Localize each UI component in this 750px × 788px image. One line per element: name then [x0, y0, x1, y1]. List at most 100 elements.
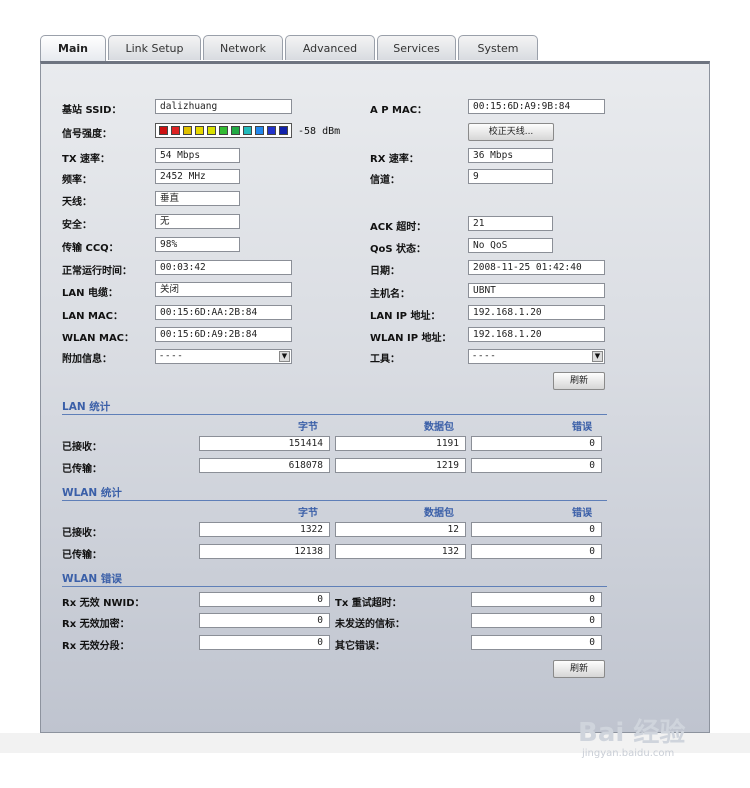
chevron-down-icon: ▼ — [279, 351, 290, 362]
rx-invalid-frag-field: 0 — [199, 635, 330, 650]
date-label: 日期： — [370, 266, 400, 277]
divider — [62, 586, 607, 587]
wlan-errors-title: WLAN 错误 — [62, 573, 122, 585]
rx-rate-field: 36 Mbps — [468, 148, 553, 163]
rx-invalid-crypt-label: Rx 无效加密： — [62, 619, 130, 630]
col-header-packets: 数据包 — [424, 422, 454, 433]
signal-segment — [195, 126, 204, 135]
wlan-rx-bytes: 1322 — [199, 522, 330, 537]
wlan-tx-packets: 132 — [335, 544, 466, 559]
tools-value: - - - - — [473, 351, 495, 361]
tab-network[interactable]: Network — [203, 35, 283, 60]
hostname-field: UBNT — [468, 283, 605, 298]
tools-select[interactable]: - - - - ▼ — [468, 349, 605, 364]
tab-main[interactable]: Main — [40, 35, 106, 62]
missed-beacon-label: 未发送的信标： — [335, 619, 405, 630]
rx-invalid-frag-label: Rx 无效分段： — [62, 641, 130, 652]
other-errors-label: 其它错误： — [335, 641, 385, 652]
tx-retry-timeout-field: 0 — [471, 592, 602, 607]
signal-label: 信号强度： — [62, 129, 112, 140]
align-antenna-button[interactable]: 校正天线... — [468, 123, 554, 141]
signal-segment — [267, 126, 276, 135]
lan-tx-bytes: 618078 — [199, 458, 330, 473]
tools-label: 工具： — [370, 354, 400, 365]
security-label: 安全： — [62, 220, 92, 231]
rx-invalid-crypt-field: 0 — [199, 613, 330, 628]
other-errors-field: 0 — [471, 635, 602, 650]
ack-field: 21 — [468, 216, 553, 231]
signal-segment — [159, 126, 168, 135]
tab-system[interactable]: System — [458, 35, 538, 60]
col-header-packets: 数据包 — [424, 508, 454, 519]
tab-link-setup[interactable]: Link Setup — [108, 35, 201, 60]
rx-invalid-nwid-field: 0 — [199, 592, 330, 607]
extra-info-value: - - - - — [160, 351, 182, 361]
hostname-label: 主机名： — [370, 289, 410, 300]
signal-strength-meter — [155, 123, 292, 138]
extra-info-label: 附加信息： — [62, 354, 112, 365]
tab-services[interactable]: Services — [377, 35, 456, 60]
extra-info-select[interactable]: - - - - ▼ — [155, 349, 292, 364]
antenna-field: 垂直 — [155, 191, 240, 206]
signal-segment — [219, 126, 228, 135]
col-header-bytes: 字节 — [298, 508, 318, 519]
lan-mac-label: LAN MAC： — [62, 311, 123, 322]
uptime-label: 正常运行时间： — [62, 266, 132, 277]
signal-segment — [243, 126, 252, 135]
security-field: 无 — [155, 214, 240, 229]
ssid-field: dalizhuang — [155, 99, 292, 114]
lan-cable-field: 关闭 — [155, 282, 292, 297]
lan-tx-label: 已传输： — [62, 464, 102, 475]
ccq-field: 98% — [155, 237, 240, 252]
signal-segment — [183, 126, 192, 135]
col-header-bytes: 字节 — [298, 422, 318, 433]
signal-value: -58 dBm — [298, 126, 341, 137]
ssid-label: 基站 SSID： — [62, 105, 122, 116]
wlan-tx-label: 已传输： — [62, 550, 102, 561]
wlan-mac-label: WLAN MAC： — [62, 333, 135, 344]
lan-cable-label: LAN 电缆： — [62, 288, 118, 299]
wlan-rx-packets: 12 — [335, 522, 466, 537]
tab-advanced[interactable]: Advanced — [285, 35, 375, 60]
uptime-field: 00:03:42 — [155, 260, 292, 275]
signal-segment — [279, 126, 288, 135]
signal-segment — [231, 126, 240, 135]
lan-rx-packets: 1191 — [335, 436, 466, 451]
ccq-label: 传输 CCQ： — [62, 243, 119, 254]
signal-segment — [171, 126, 180, 135]
channel-field: 9 — [468, 169, 553, 184]
signal-segment — [255, 126, 264, 135]
wlan-ip-field: 192.168.1.20 — [468, 327, 605, 342]
rx-invalid-nwid-label: Rx 无效 NWID： — [62, 598, 145, 609]
missed-beacon-field: 0 — [471, 613, 602, 628]
divider — [62, 500, 607, 501]
ap-mac-label: A P MAC： — [370, 105, 428, 116]
lan-rx-bytes: 151414 — [199, 436, 330, 451]
freq-field: 2452 MHz — [155, 169, 240, 184]
ack-label: ACK 超时： — [370, 222, 427, 233]
wlan-tx-errors: 0 — [471, 544, 602, 559]
date-field: 2008-11-25 01:42:40 — [468, 260, 605, 275]
lan-rx-label: 已接收： — [62, 442, 102, 453]
signal-segment — [207, 126, 216, 135]
tx-rate-label: TX 速率： — [62, 154, 111, 165]
wlan-rx-label: 已接收： — [62, 528, 102, 539]
freq-label: 频率： — [62, 175, 92, 186]
wlan-tx-bytes: 12138 — [199, 544, 330, 559]
rx-rate-label: RX 速率： — [370, 154, 419, 165]
col-header-errors: 错误 — [572, 422, 592, 433]
col-header-errors: 错误 — [572, 508, 592, 519]
chevron-down-icon: ▼ — [592, 351, 603, 362]
watermark-url: jingyan.baidu.com — [582, 748, 675, 759]
refresh-button[interactable]: 刷新 — [553, 372, 605, 390]
lan-tx-packets: 1219 — [335, 458, 466, 473]
watermark-logo: Bai 经验 — [578, 718, 686, 748]
refresh-errors-button[interactable]: 刷新 — [553, 660, 605, 678]
antenna-label: 天线： — [62, 197, 92, 208]
channel-label: 信道： — [370, 175, 400, 186]
wlan-stats-title: WLAN 统计 — [62, 487, 122, 499]
lan-ip-label: LAN IP 地址： — [370, 311, 441, 322]
wlan-ip-label: WLAN IP 地址： — [370, 333, 452, 344]
qos-label: QoS 状态： — [370, 244, 427, 255]
tx-retry-timeout-label: Tx 重试超时： — [335, 598, 402, 609]
